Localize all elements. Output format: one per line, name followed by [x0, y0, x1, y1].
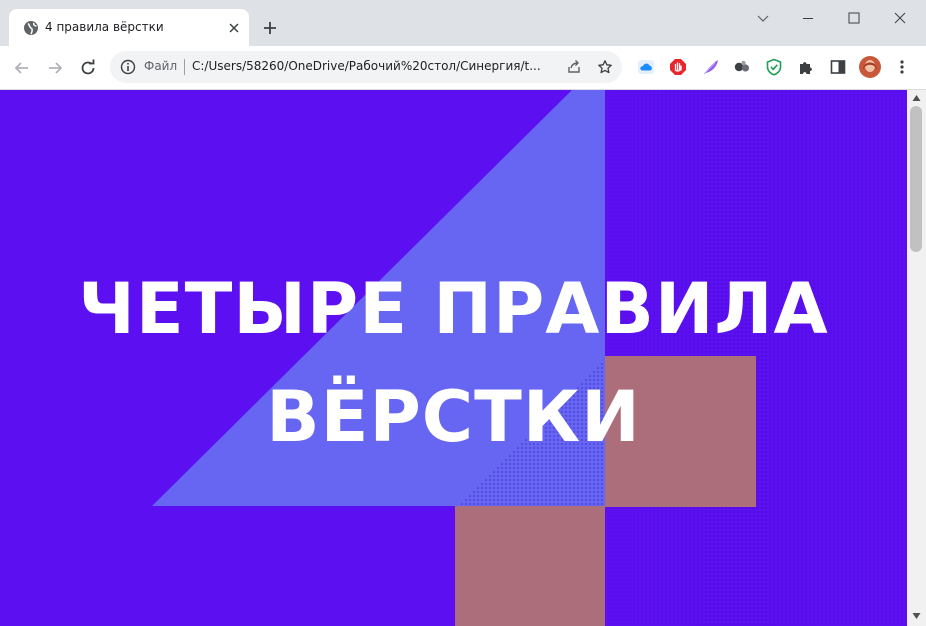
reload-icon[interactable]	[78, 58, 98, 78]
hero-background-art	[0, 90, 907, 626]
feather-icon[interactable]	[702, 58, 720, 76]
forward-icon[interactable]	[45, 58, 65, 78]
puzzle-icon[interactable]	[797, 58, 815, 76]
page-viewport: ЧЕТЫРЕ ПРАВИЛА ВЁРСТКИ	[0, 90, 907, 626]
tab-active[interactable]: 4 правила вёрстки	[9, 9, 249, 46]
dot-texture	[0, 90, 907, 626]
hero-title-line2: ВЁРСТКИ	[266, 376, 641, 458]
chevron-down-icon[interactable]	[755, 10, 771, 26]
address-bar[interactable]: Файл C:/Users/58260/OneDrive/Рабочий%20с…	[110, 51, 622, 83]
adblock-icon[interactable]	[669, 58, 687, 76]
tab-strip: 4 правила вёрстки	[0, 0, 926, 46]
star-icon[interactable]	[597, 59, 613, 75]
square-shape-bottom	[455, 506, 605, 626]
share-icon[interactable]	[566, 59, 582, 75]
kebab-menu-icon[interactable]	[893, 58, 911, 76]
browser-toolbar: Файл C:/Users/58260/OneDrive/Рабочий%20с…	[0, 46, 926, 90]
scroll-down-icon[interactable]	[912, 612, 921, 620]
new-tab-icon[interactable]	[262, 20, 278, 36]
back-icon[interactable]	[12, 58, 32, 78]
shield-check-icon[interactable]	[765, 58, 783, 76]
maximize-icon[interactable]	[846, 10, 862, 26]
address-separator	[184, 59, 185, 75]
window-close-icon[interactable]	[892, 10, 908, 26]
minimize-icon[interactable]	[800, 10, 816, 26]
info-icon[interactable]	[120, 59, 136, 75]
scroll-up-icon[interactable]	[912, 94, 921, 102]
circles-icon[interactable]	[733, 58, 751, 76]
tab-title: 4 правила вёрстки	[45, 20, 164, 34]
hero-title-line1: ЧЕТЫРЕ ПРАВИЛА	[78, 268, 829, 350]
vertical-scrollbar[interactable]	[907, 90, 926, 626]
url-text[interactable]: C:/Users/58260/OneDrive/Рабочий%20стол/С…	[192, 59, 554, 73]
side-panel-icon[interactable]	[829, 58, 847, 76]
scroll-thumb[interactable]	[910, 106, 922, 252]
cloud-icon[interactable]	[637, 58, 655, 76]
close-icon[interactable]	[227, 21, 241, 35]
avatar[interactable]	[859, 56, 881, 78]
scheme-label: Файл	[144, 59, 178, 73]
globe-icon	[24, 21, 38, 35]
